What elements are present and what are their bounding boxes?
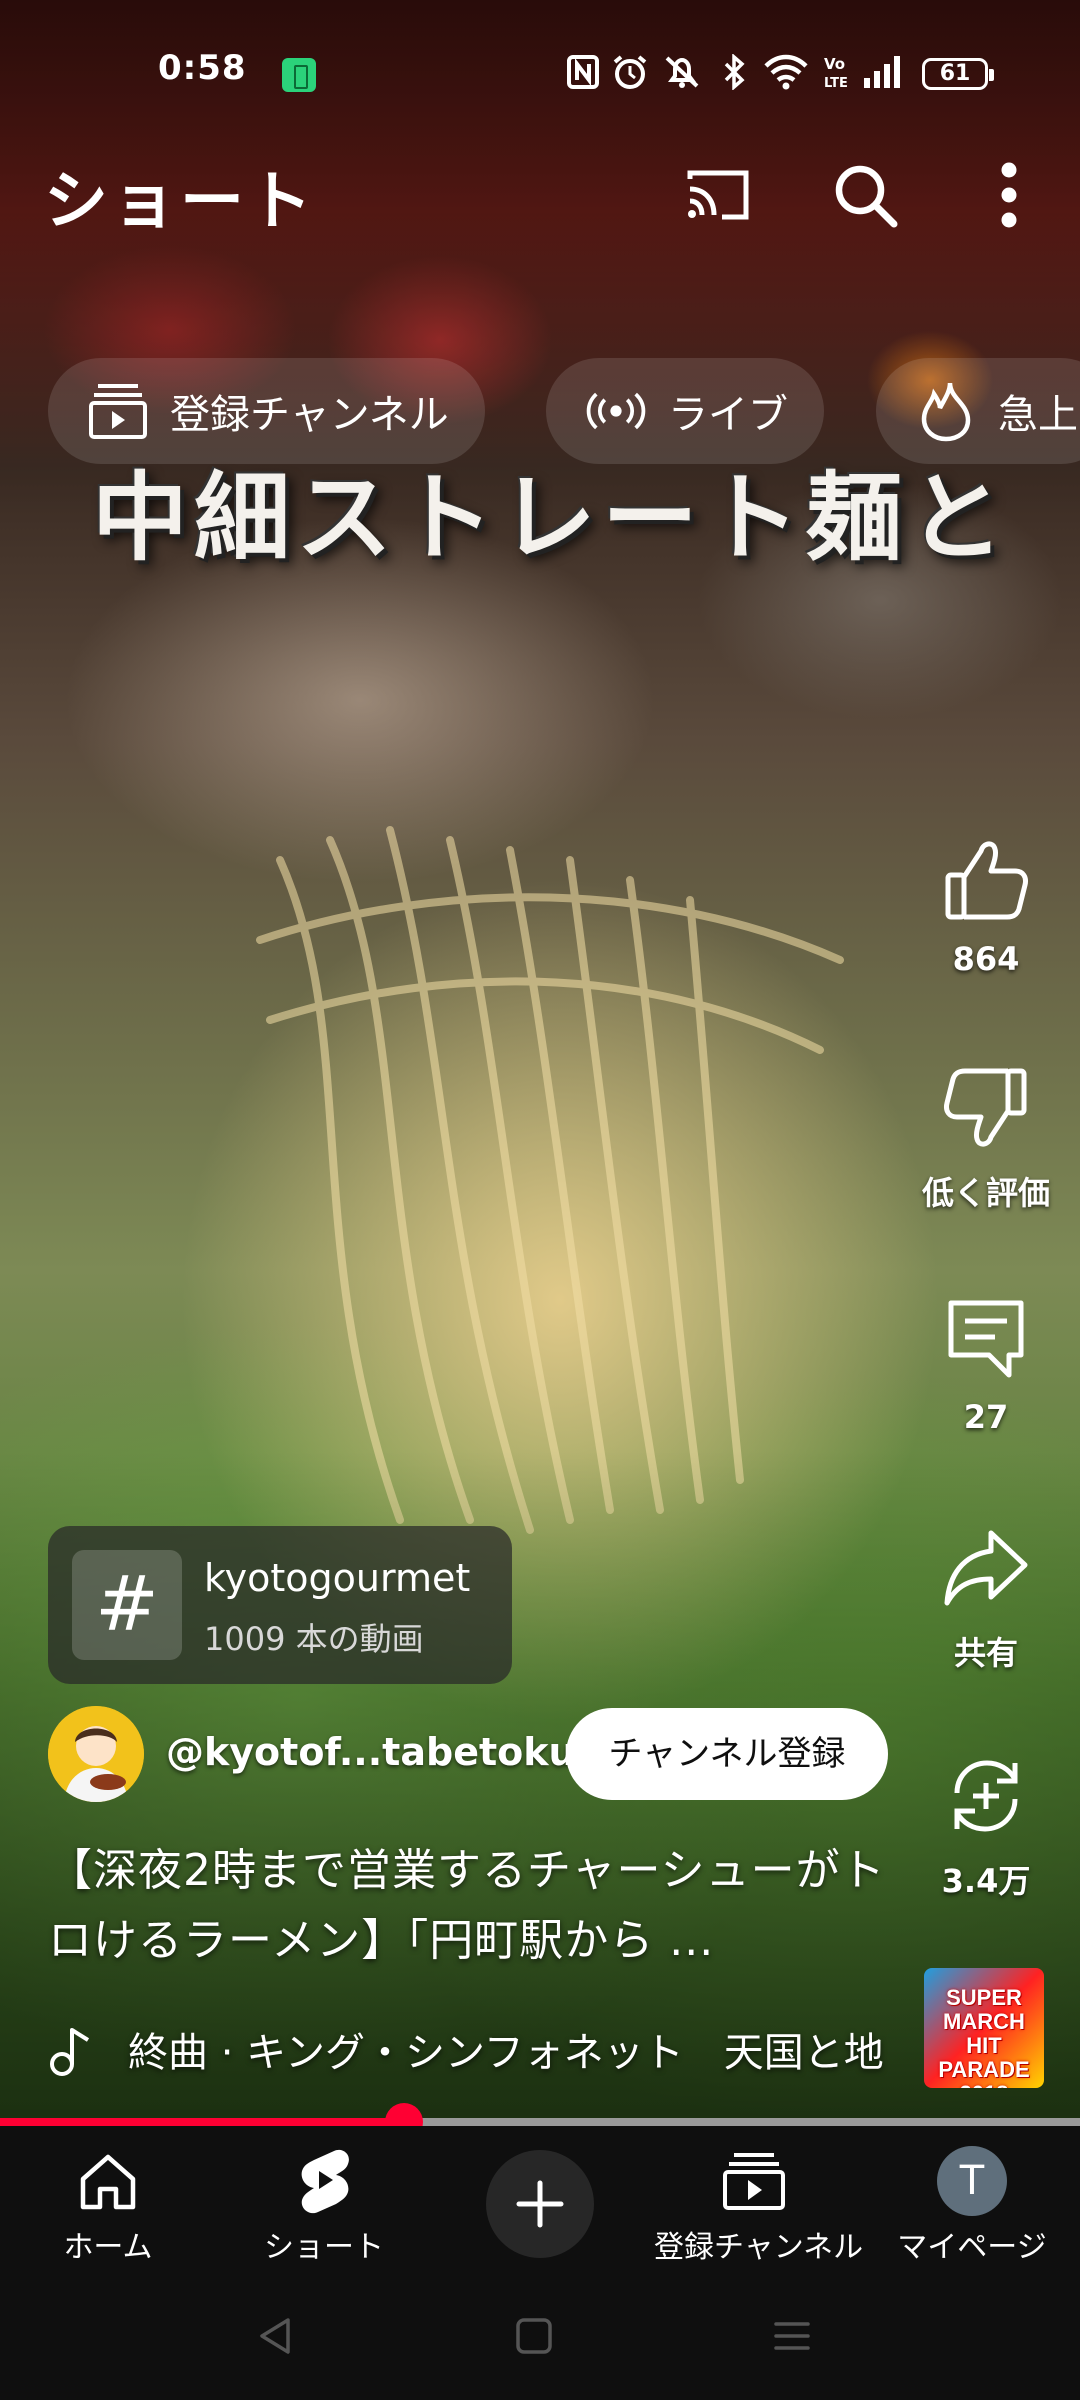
nav-label: ショート bbox=[264, 2230, 384, 2265]
profile-avatar: T bbox=[937, 2146, 1007, 2216]
video-overlay-text: 中細ストレート麺と bbox=[92, 461, 1010, 574]
share-label: 共有 bbox=[953, 1634, 1018, 1672]
channel-avatar[interactable] bbox=[48, 1706, 144, 1802]
subscriptions-icon bbox=[719, 2146, 789, 2216]
search-button[interactable] bbox=[820, 150, 910, 240]
plus-icon bbox=[516, 2180, 564, 2228]
trending-icon bbox=[916, 381, 976, 442]
comment-icon bbox=[936, 1288, 1036, 1388]
nav-home[interactable]: ホーム bbox=[8, 2146, 208, 2266]
volte-icon: Vo LTE bbox=[824, 55, 848, 90]
back-button[interactable] bbox=[246, 2306, 306, 2366]
alarm-icon bbox=[613, 55, 647, 89]
like-count: 864 bbox=[952, 940, 1020, 978]
profile-initial: T bbox=[937, 2146, 1007, 2216]
nav-label: マイページ bbox=[897, 2230, 1047, 2265]
square-icon bbox=[516, 2318, 552, 2354]
search-icon bbox=[835, 165, 898, 228]
status-time: 0:58 bbox=[158, 48, 247, 88]
shorts-icon bbox=[289, 2146, 359, 2216]
status-bar: 0:58 Vo LTE 61 bbox=[0, 0, 1080, 140]
remix-icon bbox=[936, 1746, 1036, 1846]
svg-text:Vo: Vo bbox=[824, 55, 845, 73]
nav-my-page[interactable]: T マイページ bbox=[872, 2146, 1072, 2266]
more-icon bbox=[1001, 162, 1017, 228]
bluetooth-icon bbox=[724, 54, 745, 90]
share-button[interactable]: 共有 bbox=[926, 1518, 1046, 1674]
progress-fill bbox=[0, 2118, 404, 2126]
svg-text:LTE: LTE bbox=[824, 76, 848, 90]
music-note-icon bbox=[50, 2028, 90, 2076]
progress-bar[interactable] bbox=[0, 2103, 1080, 2141]
cast-button[interactable] bbox=[674, 150, 764, 240]
music-thumbnail[interactable]: SUPER MARCH HIT PARADE 2018 bbox=[924, 1968, 1044, 2088]
hashtag-card[interactable]: # kyotogourmet 1009 本の動画 bbox=[48, 1526, 512, 1684]
hashtag-icon: # bbox=[72, 1550, 182, 1660]
mute-icon bbox=[665, 56, 699, 88]
video-description[interactable]: 【深夜2時まで営業するチャーシューがトロけるラーメン】「円町駅から ... bbox=[48, 1836, 888, 1976]
back-icon bbox=[260, 2318, 290, 2354]
channel-handle[interactable]: @kyotof...tabetoku bbox=[166, 1730, 576, 1774]
home-icon bbox=[73, 2146, 143, 2216]
home-system-button[interactable] bbox=[504, 2306, 564, 2366]
hashtag-video-count: 1009 本の動画 bbox=[204, 1620, 424, 1658]
cast-icon bbox=[687, 170, 749, 220]
comments-button[interactable]: 27 bbox=[926, 1288, 1046, 1436]
more-options-button[interactable] bbox=[964, 150, 1054, 240]
live-icon bbox=[586, 381, 646, 441]
dislike-button[interactable]: 低く評価 bbox=[896, 1058, 1076, 1214]
nav-shorts[interactable]: ショート bbox=[224, 2146, 424, 2266]
nav-label: 登録チャンネル bbox=[654, 2230, 864, 2265]
subscribe-button[interactable]: チャンネル登録 bbox=[566, 1708, 888, 1800]
create-button[interactable] bbox=[486, 2150, 594, 2258]
remix-count: 3.4万 bbox=[941, 1862, 1031, 1900]
music-title: 終曲 · キング・シンフォネット 天国と地 bbox=[128, 2030, 884, 2076]
system-navigation-bar bbox=[0, 2266, 1080, 2400]
thumbs-up-icon bbox=[936, 830, 1036, 930]
chip-label: 登録チャンネル bbox=[170, 392, 449, 438]
music-thumbnail-text: SUPER MARCH HIT PARADE 2018 bbox=[938, 1985, 1030, 2089]
like-button[interactable]: 864 bbox=[926, 830, 1046, 978]
music-row[interactable]: 終曲 · キング・シンフォネット 天国と地 bbox=[48, 2020, 888, 2080]
recents-button[interactable] bbox=[762, 2306, 822, 2366]
menu-icon bbox=[774, 2322, 810, 2350]
nfc-icon bbox=[567, 55, 599, 89]
chip-label: ライブ bbox=[668, 392, 788, 438]
remix-button[interactable]: 3.4万 bbox=[926, 1746, 1046, 1902]
page-title: ショート bbox=[44, 165, 316, 239]
hashtag-name: kyotogourmet bbox=[204, 1556, 471, 1600]
nav-subscriptions[interactable]: 登録チャンネル bbox=[654, 2146, 864, 2266]
battery-icon: 61 bbox=[922, 58, 994, 90]
wifi-icon bbox=[764, 54, 808, 90]
noodle-image bbox=[256, 826, 844, 1534]
share-icon bbox=[936, 1518, 1036, 1618]
chip-label: 急上 bbox=[998, 392, 1078, 438]
thumbs-down-icon bbox=[936, 1058, 1036, 1158]
battery-saver-icon bbox=[282, 58, 316, 92]
subscriptions-icon bbox=[88, 381, 148, 441]
comment-count: 27 bbox=[963, 1398, 1009, 1436]
dislike-label: 低く評価 bbox=[921, 1174, 1050, 1212]
nav-label: ホーム bbox=[63, 2230, 153, 2265]
signal-icon bbox=[864, 56, 900, 88]
